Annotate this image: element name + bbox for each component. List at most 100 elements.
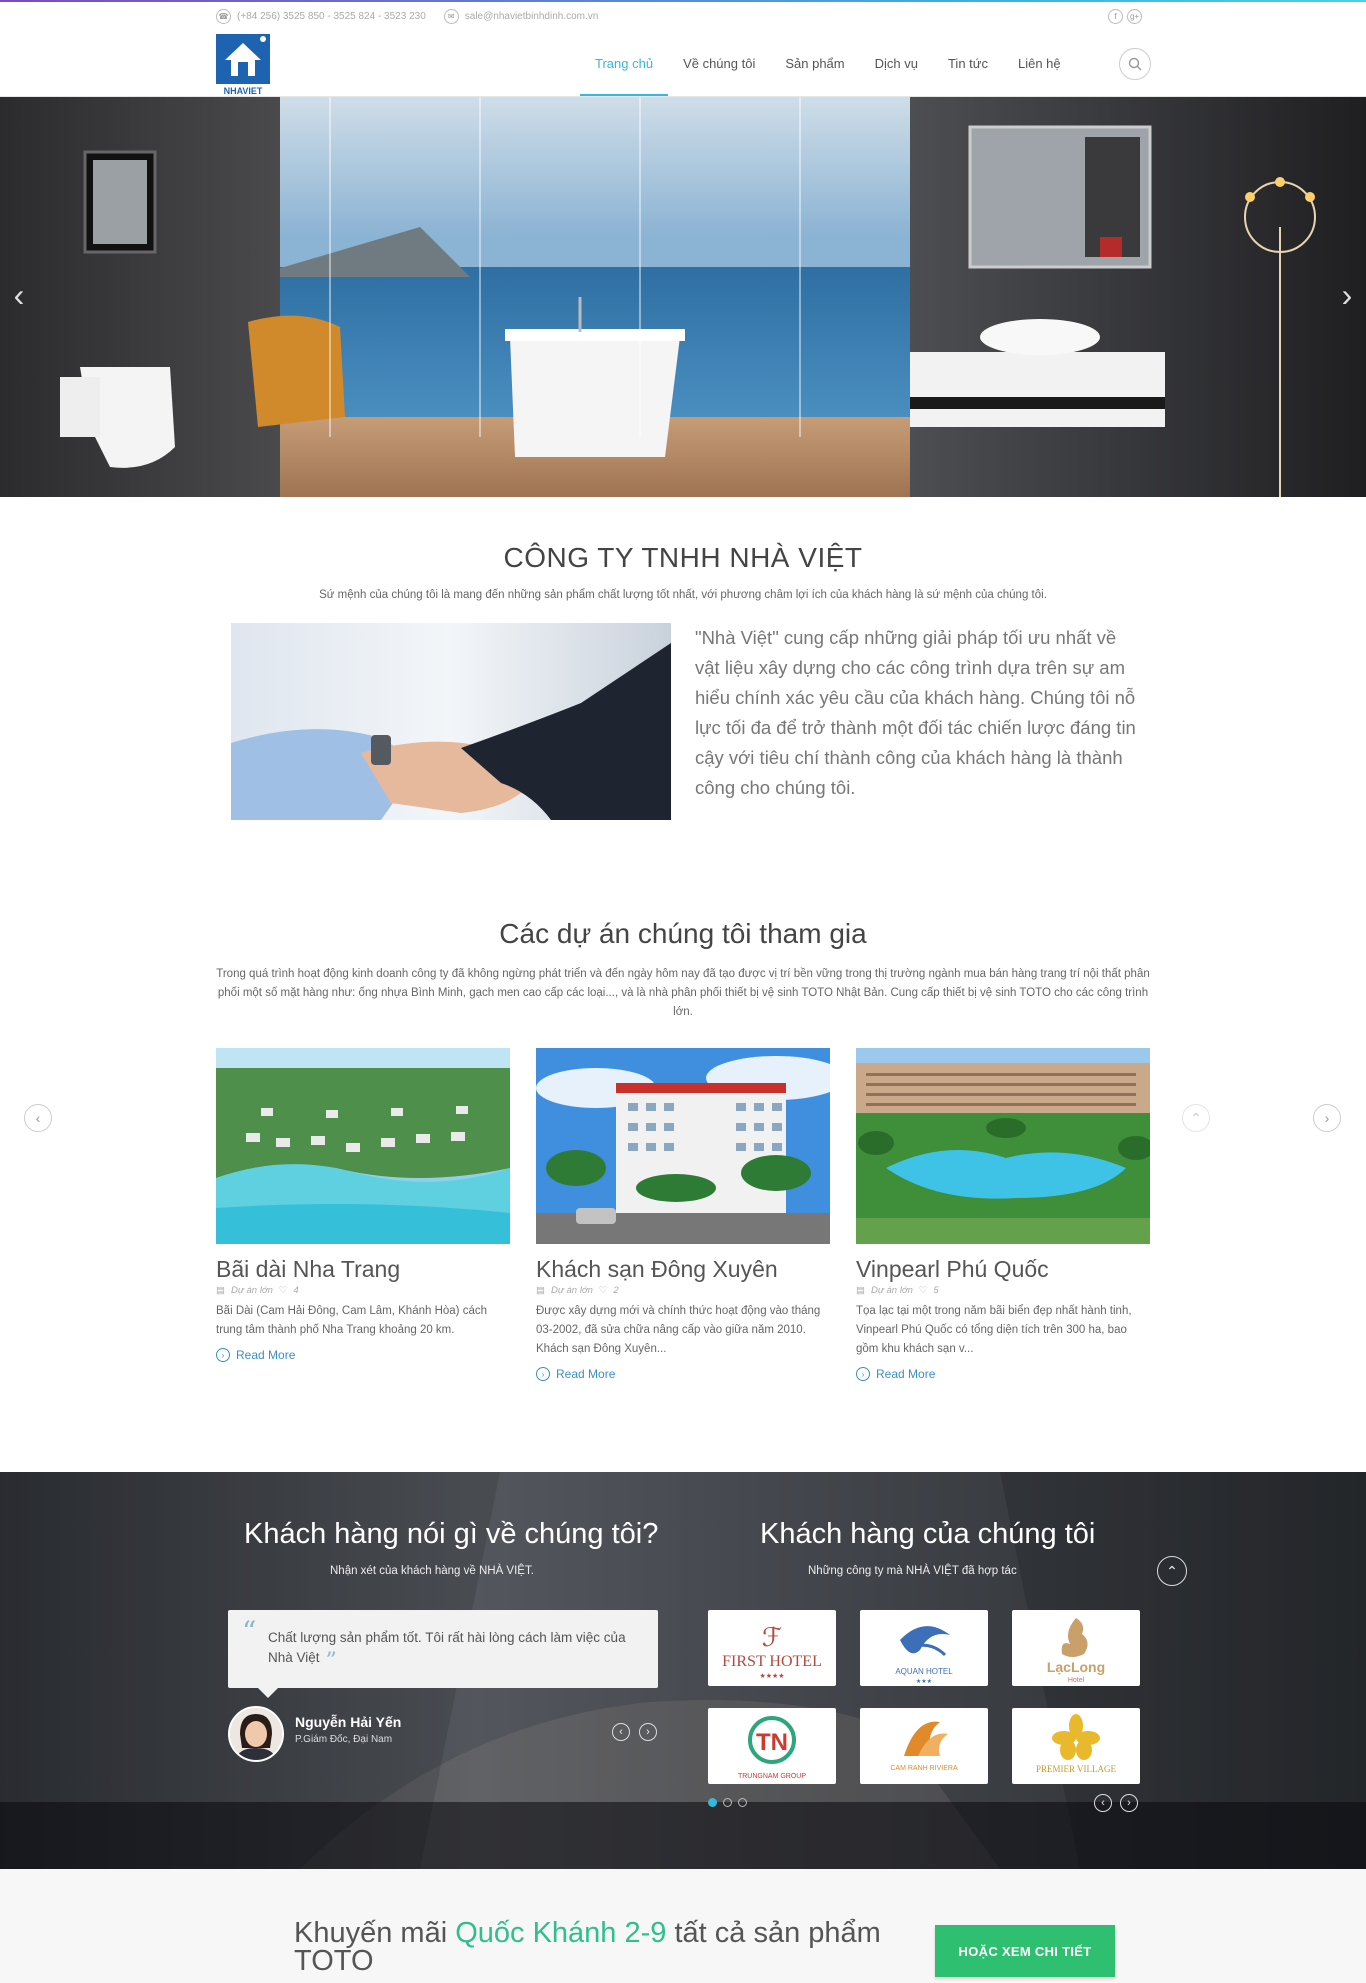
client-logo-first-hotel[interactable]: ℱ FIRST HOTEL ★★★★ [708, 1610, 836, 1686]
folder-icon: ▤ [536, 1285, 545, 1296]
read-more-link[interactable]: › Read More [856, 1367, 1150, 1381]
heart-icon: ♡ [918, 1285, 928, 1296]
client-logo-aquan-hotel[interactable]: AQUAN HOTEL ★★★ [860, 1610, 988, 1686]
client-tag: ★★★★ [759, 1672, 784, 1680]
project-category[interactable]: Dự án lớn [871, 1285, 913, 1296]
folder-icon: ▤ [216, 1285, 225, 1296]
project-likes: 4 [293, 1285, 299, 1296]
project-meta: ▤ Dự án lớn ♡ 5 [856, 1285, 1150, 1296]
read-more-link[interactable]: › Read More [536, 1367, 830, 1381]
svg-text:TN: TN [756, 1729, 788, 1756]
testimonials-clients-section: Khách hàng nói gì về chúng tôi? Nhận xét… [0, 1472, 1366, 1869]
projects-prev-arrow[interactable]: ‹ [24, 1104, 52, 1132]
view-details-button[interactable]: HOẶC XEM CHI TIẾT [935, 1925, 1115, 1977]
folder-icon: ▤ [856, 1285, 865, 1296]
project-likes: 5 [933, 1285, 939, 1296]
project-image-dong-xuyen[interactable] [536, 1048, 830, 1244]
project-title[interactable]: Bãi dài Nha Trang [216, 1256, 510, 1283]
nav-item-contact[interactable]: Liên hệ [1003, 30, 1076, 96]
arrow-circle-icon: › [856, 1367, 870, 1381]
client-tag: ★★★ [916, 1678, 932, 1685]
nav-item-home[interactable]: Trang chủ [580, 30, 669, 96]
google-plus-icon[interactable]: g+ [1127, 9, 1142, 24]
band-bottom-shade [0, 1802, 1366, 1869]
phone-icon: ☎ [216, 9, 231, 24]
carousel-dot-3[interactable] [738, 1798, 747, 1807]
project-image-vinpearl[interactable] [856, 1048, 1150, 1244]
project-likes: 2 [613, 1285, 619, 1296]
clients-prev-button[interactable]: ‹ [1094, 1794, 1112, 1812]
carousel-dot-2[interactable] [723, 1798, 732, 1807]
quote-text: Chất lượng sản phẩm tốt. Tôi rất hài lòn… [268, 1630, 626, 1665]
project-excerpt: Được xây dựng mới và chính thức hoạt độn… [536, 1305, 821, 1355]
phone-text: (+84 256) 3525 850 - 3525 824 - 3523 230 [237, 11, 426, 22]
read-more-label[interactable]: Read More [236, 1348, 295, 1362]
project-card-dong-xuyen: Khách sạn Đông Xuyên ▤ Dự án lớn ♡ 2 Đượ… [536, 1048, 830, 1381]
project-card-vinpearl: Vinpearl Phú Quốc ▤ Dự án lớn ♡ 5 Tọa lạ… [856, 1048, 1150, 1381]
hero-bathroom-image [0, 97, 1366, 497]
promo-banner: Khuyến mãi Quốc Khánh 2-9 tất cả sản phẩ… [0, 1869, 1366, 1983]
testimonials-subtitle: Nhận xét của khách hàng về NHÀ VIỆT. [330, 1565, 534, 1577]
project-title[interactable]: Khách sạn Đông Xuyên [536, 1256, 830, 1283]
heart-icon: ♡ [278, 1285, 288, 1296]
main-nav: Trang chủ Về chúng tôi Sản phẩm Dịch vụ … [580, 30, 1076, 96]
clients-next-button[interactable]: › [1120, 1794, 1138, 1812]
nav-item-services[interactable]: Dịch vụ [860, 30, 933, 96]
email-text[interactable]: sale@nhavietbinhdinh.com.vn [465, 11, 599, 22]
project-card-nha-trang: Bãi dài Nha Trang ▤ Dự án lớn ♡ 4 Bãi Dà… [216, 1048, 510, 1362]
projects-title: Các dự án chúng tôi tham gia [499, 918, 867, 949]
project-image-nha-trang[interactable] [216, 1048, 510, 1244]
testimonial-prev-button[interactable]: ‹ [612, 1723, 630, 1741]
project-meta: ▤ Dự án lớn ♡ 2 [536, 1285, 830, 1296]
promo-highlight: Quốc Khánh 2-9 [455, 1917, 667, 1949]
search-button[interactable] [1119, 48, 1151, 80]
client-logo-cam-ranh-riviera[interactable]: CAM RANH RIVIERA [860, 1708, 988, 1784]
projects-up-arrow[interactable]: ⌃ [1182, 1104, 1210, 1132]
testimonial-name: Nguyễn Hải Yến [295, 1714, 402, 1730]
nav-item-about[interactable]: Về chúng tôi [668, 30, 770, 96]
project-meta: ▤ Dự án lớn ♡ 4 [216, 1285, 510, 1296]
project-excerpt: Bãi Dài (Cam Hải Đông, Cam Lâm, Khánh Hò… [216, 1305, 488, 1336]
nav-item-news[interactable]: Tin tức [933, 30, 1003, 96]
phone-item: ☎ (+84 256) 3525 850 - 3525 824 - 3523 2… [216, 9, 426, 24]
client-logo-trungnam[interactable]: TN TRUNGNAM GROUP [708, 1708, 836, 1784]
search-icon [1128, 57, 1142, 71]
testimonial-quote: “ Chất lượng sản phẩm tốt. Tôi rất hài l… [228, 1610, 658, 1698]
read-more-label[interactable]: Read More [556, 1367, 615, 1381]
quote-open-icon: “ [242, 1615, 257, 1648]
company-subtitle: Sứ mệnh của chúng tôi là mang đến những … [319, 589, 1047, 601]
carousel-dot-1[interactable] [708, 1798, 717, 1807]
testimonial-role: P.Giám Đốc, Đại Nam [295, 1734, 393, 1745]
project-category[interactable]: Dự án lớn [551, 1285, 593, 1296]
arrow-circle-icon: › [216, 1348, 230, 1362]
client-name: PREMIER VILLAGE [1036, 1764, 1117, 1774]
email-item[interactable]: ✉ sale@nhavietbinhdinh.com.vn [443, 9, 599, 24]
logo-text: NHAVIET [224, 86, 263, 96]
client-name: TRUNGNAM GROUP [738, 1773, 806, 1780]
facebook-icon[interactable]: f [1108, 9, 1123, 24]
hero-next-arrow[interactable]: › [1332, 277, 1362, 314]
client-tag: Hotel [1068, 1677, 1085, 1684]
projects-description: Trong quá trình hoạt động kinh doanh côn… [216, 968, 1150, 1018]
read-more-link[interactable]: › Read More [216, 1348, 510, 1362]
clients-subtitle: Những công ty mà NHÀ VIỆT đã hợp tác [808, 1565, 1017, 1577]
nav-item-products[interactable]: Sản phẩm [770, 30, 859, 96]
project-excerpt: Tọa lạc tại một trong năm bãi biển đẹp n… [856, 1305, 1132, 1355]
testimonial-next-button[interactable]: › [639, 1723, 657, 1741]
company-title: CÔNG TY TNHH NHÀ VIỆT [503, 542, 863, 573]
client-logo-premier-village[interactable]: PREMIER VILLAGE [1012, 1708, 1140, 1784]
arrow-circle-icon: › [536, 1367, 550, 1381]
client-name: AQUAN HOTEL [895, 1667, 953, 1676]
quote-close-icon: ” [325, 1649, 337, 1674]
handshake-image [231, 623, 671, 820]
hero-prev-arrow[interactable]: ‹ [4, 277, 34, 314]
project-title[interactable]: Vinpearl Phú Quốc [856, 1256, 1150, 1283]
read-more-label[interactable]: Read More [876, 1367, 935, 1381]
client-logo-lac-long[interactable]: LạcLong Hotel [1012, 1610, 1140, 1686]
nhaviet-logo[interactable]: NHAVIET [216, 34, 270, 96]
project-category[interactable]: Dự án lớn [231, 1285, 273, 1296]
client-name: CAM RANH RIVIERA [890, 1765, 958, 1772]
projects-next-arrow[interactable]: › [1313, 1104, 1341, 1132]
scroll-top-button[interactable]: ⌃ [1157, 1556, 1187, 1586]
top-bar: ☎ (+84 256) 3525 850 - 3525 824 - 3523 2… [0, 2, 1366, 32]
